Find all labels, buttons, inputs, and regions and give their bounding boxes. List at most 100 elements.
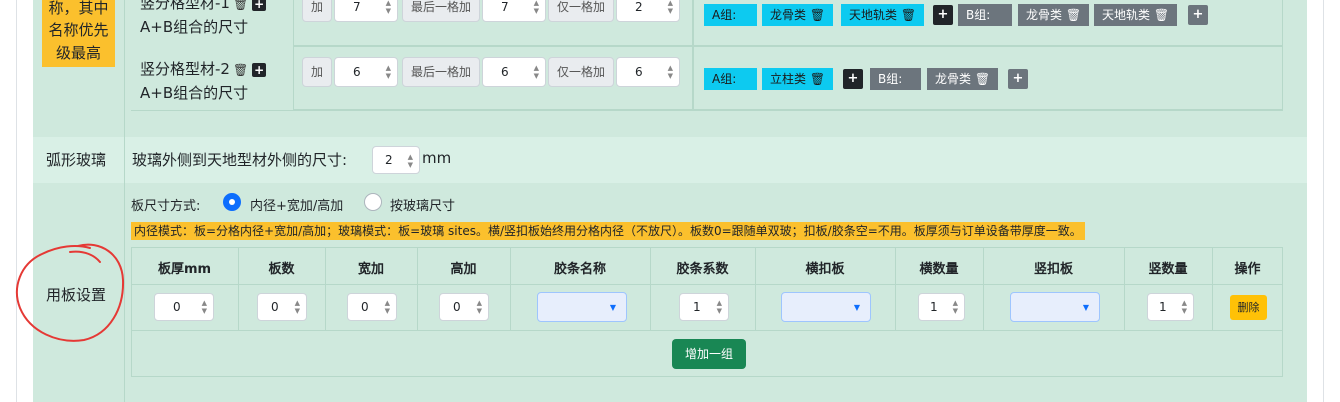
add-a-tag-button[interactable]: +: [933, 5, 953, 25]
plus-square-icon[interactable]: +: [252, 62, 267, 77]
group-a-tag[interactable]: 天地轨类 🗑: [841, 4, 925, 26]
add-b-tag-button[interactable]: +: [1008, 69, 1028, 89]
only-cell-input[interactable]: 6 ▲ ▼: [616, 57, 681, 87]
count-input[interactable]: 0 ▲ ▼: [257, 293, 307, 321]
spinner-icon[interactable]: ▲ ▼: [717, 299, 722, 315]
col-header-thickness: 板厚mm: [157, 262, 212, 277]
add-a-tag-button[interactable]: +: [843, 69, 863, 89]
spinner-icon[interactable]: ▲ ▼: [202, 299, 207, 315]
spinner-icon[interactable]: ▲ ▼: [668, 0, 673, 15]
tag-text: 龙骨类: [1026, 8, 1063, 22]
count-value: 0: [271, 300, 279, 314]
last-cell-value: 7: [501, 0, 509, 14]
group-b-tag[interactable]: 龙骨类 🗑: [1018, 4, 1090, 26]
mode-radio-inner[interactable]: [223, 193, 241, 211]
arc-glass-input[interactable]: 2 ▲ ▼: [372, 146, 420, 174]
spinner-icon[interactable]: ▲ ▼: [385, 299, 390, 315]
material-2-last-group: 最后一格加 6 ▲ ▼: [402, 57, 547, 87]
spinner-icon[interactable]: ▲ ▼: [477, 299, 482, 315]
col-header-h-qty: 横数量: [919, 262, 959, 277]
delete-row-button[interactable]: 删除: [1230, 295, 1267, 320]
add-group-button[interactable]: 增加一组: [672, 339, 746, 369]
column-divider: [124, 137, 125, 183]
column-divider: [124, 183, 125, 402]
col-header-strip-coef: 胶条系数: [676, 262, 729, 277]
tag-text: 天地轨类: [1102, 8, 1151, 22]
only-cell-input[interactable]: 2 ▲ ▼: [616, 0, 681, 22]
strip-name-select[interactable]: ▼: [537, 292, 627, 322]
height-add-input[interactable]: 0 ▲ ▼: [439, 293, 489, 321]
width-add-value: 0: [361, 300, 369, 314]
trash-icon[interactable]: 🗑: [1066, 8, 1081, 22]
material-1-name: 竖分格型材-1: [140, 0, 230, 12]
column-divider: [124, 0, 125, 137]
trash-icon[interactable]: 🗑: [233, 63, 248, 77]
last-cell-input[interactable]: 6 ▲ ▼: [482, 57, 547, 87]
tag-text: 龙骨类: [770, 8, 807, 22]
last-cell-label: 最后一格加: [402, 0, 481, 22]
h-plate-select[interactable]: ▼: [781, 292, 871, 322]
last-cell-label: 最后一格加: [402, 57, 481, 87]
note-line-3: 级最高: [55, 44, 101, 62]
note-line-1: 称，其中: [48, 0, 109, 17]
h-qty-input[interactable]: 1 ▲ ▼: [918, 293, 965, 321]
board-mode-label: 板尺寸方式:: [131, 199, 201, 214]
trash-icon[interactable]: 🗑: [901, 8, 916, 22]
spinner-icon[interactable]: ▲ ▼: [408, 153, 413, 169]
spinner-icon[interactable]: ▲ ▼: [534, 0, 539, 15]
group-a-tag[interactable]: 立柱类 🗑: [762, 68, 834, 90]
spinner-icon[interactable]: ▲ ▼: [386, 64, 391, 80]
material-1-last-group: 最后一格加 7 ▲ ▼: [402, 0, 547, 22]
col-header-v-plate: 竖扣板: [1033, 262, 1073, 277]
group-a-label: A组:: [704, 4, 757, 26]
thickness-input[interactable]: 0 ▲ ▼: [154, 293, 214, 321]
board-warning-note: 内径模式：板=分格内径+宽加/高加；玻璃模式：板=玻璃 sites。横/竖扣板始…: [131, 222, 1085, 240]
material-2-add-group: 加 6 ▲ ▼: [302, 57, 399, 87]
mode-option-inner: 内径+宽加/高加: [250, 199, 344, 214]
group-a-label: A组:: [704, 68, 757, 90]
note-line-2: 名称优先: [48, 21, 109, 39]
group-a-tag[interactable]: 龙骨类 🗑: [762, 4, 834, 26]
spinner-icon[interactable]: ▲ ▼: [1182, 299, 1187, 315]
tag-text: 龙骨类: [935, 72, 972, 86]
last-cell-value: 6: [501, 65, 509, 79]
add-value: 7: [353, 0, 361, 14]
group-b-tag[interactable]: 天地轨类 🗑: [1094, 4, 1178, 26]
plus-square-icon[interactable]: +: [252, 0, 267, 11]
v-qty-input[interactable]: 1 ▲ ▼: [1147, 293, 1194, 321]
spinner-icon[interactable]: ▲ ▼: [295, 299, 300, 315]
v-plate-select[interactable]: ▼: [1010, 292, 1100, 322]
mode-radio-glass[interactable]: [364, 193, 382, 211]
col-header-actions: 操作: [1234, 262, 1261, 277]
add-label: 加: [302, 0, 333, 22]
trash-icon[interactable]: 🗑: [810, 72, 825, 86]
only-cell-label: 仅一格加: [548, 57, 615, 87]
tag-text: 立柱类: [770, 72, 807, 86]
strip-coef-value: 1: [693, 300, 701, 314]
caret-down-icon: ▼: [609, 303, 616, 312]
add-input[interactable]: 7 ▲ ▼: [334, 0, 399, 22]
width-add-input[interactable]: 0 ▲ ▼: [347, 293, 397, 321]
spinner-icon[interactable]: ▲ ▼: [668, 64, 673, 80]
spinner-icon[interactable]: ▲ ▼: [386, 0, 391, 15]
strip-coef-input[interactable]: 1 ▲ ▼: [679, 293, 729, 321]
material-1-add-group: 加 7 ▲ ▼: [302, 0, 399, 22]
add-input[interactable]: 6 ▲ ▼: [334, 57, 399, 87]
last-cell-input[interactable]: 7 ▲ ▼: [482, 0, 547, 22]
spinner-icon[interactable]: ▲ ▼: [953, 299, 958, 315]
arc-glass-prompt: 玻璃外侧到天地型材外侧的尺寸:: [132, 151, 348, 169]
group-b-tag[interactable]: 龙骨类 🗑: [927, 68, 999, 90]
material-1-subtitle: A+B组合的尺寸: [140, 18, 249, 36]
spinner-icon[interactable]: ▲ ▼: [534, 64, 539, 80]
material-1-title: 竖分格型材-1 🗑 +: [140, 0, 267, 13]
caret-down-icon: ▼: [1082, 303, 1089, 312]
trash-icon[interactable]: 🗑: [810, 8, 825, 22]
table-header-divider: [131, 284, 1283, 285]
only-cell-value: 6: [635, 65, 643, 79]
add-b-tag-button[interactable]: +: [1188, 5, 1208, 25]
material-1-only-group: 仅一格加 2 ▲ ▼: [548, 0, 681, 22]
trash-icon[interactable]: 🗑: [233, 0, 248, 11]
group-b-label: B组:: [958, 4, 1012, 26]
trash-icon[interactable]: 🗑: [1154, 8, 1169, 22]
trash-icon[interactable]: 🗑: [975, 72, 990, 86]
